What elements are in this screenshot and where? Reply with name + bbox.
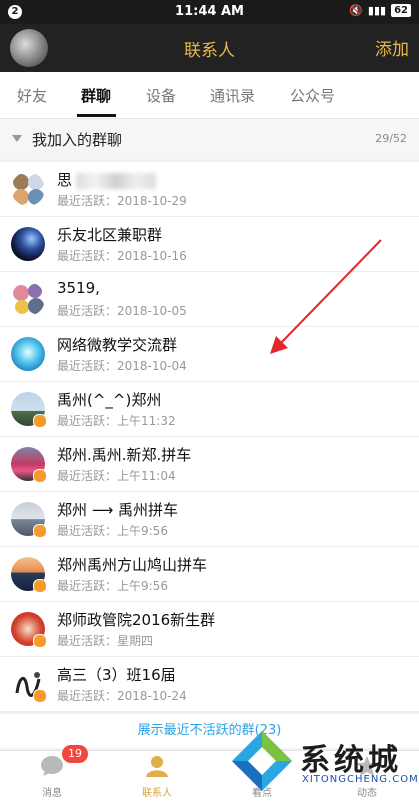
list-item[interactable]: 郑州禹州方山鸠山拼车 最近活跃：上午9:56	[0, 547, 419, 602]
battery-level: 62	[391, 4, 411, 17]
last-active: 最近活跃：上午9:56	[57, 524, 168, 538]
group-avatar	[11, 337, 45, 371]
group-name: 3519,	[57, 279, 100, 297]
group-badge-icon	[33, 524, 47, 538]
group-badge-icon	[33, 689, 47, 703]
list-item[interactable]: 3519, 最近活跃：2018-10-05	[0, 272, 419, 327]
nav-label: 联系人	[142, 788, 172, 799]
tab-groups[interactable]: 群聊	[81, 85, 111, 106]
group-name: 思	[57, 171, 73, 189]
contact-tabs: 好友 群聊 设备 通讯录 公众号	[0, 72, 419, 119]
last-active: 最近活跃：星期四	[57, 634, 154, 648]
watermark-logo-icon	[232, 731, 292, 791]
group-name: 高三（3）班16届	[57, 666, 176, 684]
group-list: 思 最近活跃：2018-10-29 乐友北区兼职群 最近活跃：2018-10-1…	[0, 162, 419, 712]
group-badge-icon	[33, 579, 47, 593]
watermark: 系统城 XITONGCHENG.COM	[230, 727, 418, 797]
watermark-url: XITONGCHENG.COM	[302, 774, 419, 785]
nav-messages[interactable]: 19 消息	[10, 745, 94, 801]
last-active: 最近活跃：2018-10-16	[57, 249, 187, 263]
list-item[interactable]: 郑州.禹州.新郑.拼车 最近活跃：上午11:04	[0, 437, 419, 492]
group-name: 郑师政管院2016新生群	[57, 611, 216, 629]
last-active: 最近活跃：2018-10-05	[57, 304, 187, 318]
group-avatar	[11, 172, 45, 206]
mute-icon: 🔇	[349, 4, 363, 17]
list-item[interactable]: 禹州(^_^)郑州 最近活跃：上午11:32	[0, 382, 419, 437]
nav-contacts[interactable]: 联系人	[115, 751, 199, 801]
joined-groups-header[interactable]: 我加入的群聊 29/52	[0, 119, 419, 159]
group-name: 郑州禹州方山鸠山拼车	[57, 556, 208, 574]
add-button[interactable]: 添加	[375, 35, 409, 60]
list-item[interactable]: 郑州 ⟶ 禹州拼车 最近活跃：上午9:56	[0, 492, 419, 547]
last-active: 最近活跃：上午11:04	[57, 469, 176, 483]
list-item[interactable]: 思 最近活跃：2018-10-29	[0, 162, 419, 217]
last-active: 最近活跃：2018-10-29	[57, 194, 187, 208]
collapse-triangle-icon	[12, 135, 22, 142]
top-header: 联系人 添加	[0, 24, 419, 72]
tab-friends[interactable]: 好友	[17, 85, 47, 106]
last-active: 最近活跃：上午9:56	[57, 579, 168, 593]
page-title: 联系人	[184, 41, 235, 61]
group-badge-icon	[33, 414, 47, 428]
group-count: 29/52	[375, 132, 407, 145]
group-name: 乐友北区兼职群	[57, 226, 163, 244]
section-title: 我加入的群聊	[32, 131, 123, 149]
group-avatar	[11, 227, 45, 261]
last-active: 最近活跃：2018-10-24	[57, 689, 187, 703]
status-bar: 2 11:44 AM 🔇 ▮▮▮ 62	[0, 0, 419, 24]
last-active: 最近活跃：2018-10-04	[57, 359, 187, 373]
group-avatar	[11, 282, 45, 316]
list-item[interactable]: 郑师政管院2016新生群 最近活跃：星期四	[0, 602, 419, 657]
list-item[interactable]: 高三（3）班16届 最近活跃：2018-10-24	[0, 657, 419, 712]
tab-address-book[interactable]: 通讯录	[210, 85, 255, 106]
group-name: 郑州 ⟶ 禹州拼车	[57, 501, 179, 519]
list-item[interactable]: 网络微教学交流群 最近活跃：2018-10-04	[0, 327, 419, 382]
group-name: 禹州(^_^)郑州	[57, 391, 162, 409]
watermark-text: 系统城	[300, 743, 402, 778]
chat-bubble-icon	[41, 756, 63, 776]
group-badge-icon	[33, 634, 47, 648]
signal-icon: ▮▮▮	[367, 4, 387, 17]
group-name: 网络微教学交流群	[57, 336, 178, 354]
nav-label: 消息	[42, 788, 62, 799]
group-badge-icon	[33, 469, 47, 483]
last-active: 最近活跃：上午11:32	[57, 414, 176, 428]
unread-badge: 19	[62, 745, 88, 763]
active-tab-indicator	[77, 114, 116, 117]
group-name: 郑州.禹州.新郑.拼车	[57, 446, 192, 464]
person-icon	[146, 756, 168, 777]
list-item[interactable]: 乐友北区兼职群 最近活跃：2018-10-16	[0, 217, 419, 272]
blurred-text	[76, 172, 157, 189]
tab-public-accounts[interactable]: 公众号	[290, 85, 335, 106]
tab-devices[interactable]: 设备	[146, 85, 176, 106]
